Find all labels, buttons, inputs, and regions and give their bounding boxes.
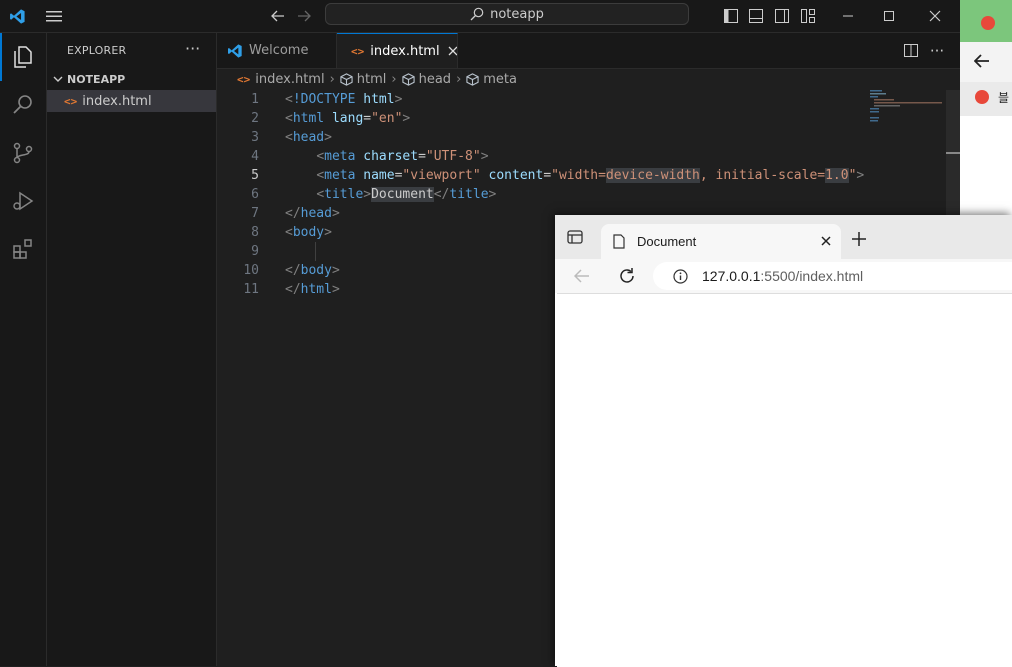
line-number: 8: [251, 225, 259, 240]
symbol-element-icon: [340, 72, 353, 86]
chevron-down-icon: [53, 76, 63, 82]
line-number: 9: [251, 244, 259, 259]
line-number: 4: [251, 149, 259, 164]
line-number: 10: [243, 263, 259, 278]
breadcrumb-html[interactable]: html: [357, 72, 387, 87]
command-center-label: noteapp: [490, 6, 544, 22]
code-line: <head>: [285, 130, 332, 145]
forward-arrow-icon[interactable]: [292, 0, 316, 32]
close-tab-icon[interactable]: [448, 46, 457, 56]
chevron-right-icon: ›: [456, 71, 462, 87]
new-tab-icon[interactable]: [851, 231, 867, 251]
search-icon[interactable]: [0, 81, 46, 129]
breadcrumb-meta[interactable]: meta: [483, 72, 517, 87]
editor-tab-bar: Welcome <> index.html ···: [217, 33, 960, 69]
extensions-icon[interactable]: [0, 225, 46, 273]
maximize-icon[interactable]: [870, 0, 908, 32]
breadcrumb-head[interactable]: head: [419, 72, 451, 87]
folder-noteapp[interactable]: NOTEAPP: [47, 68, 216, 90]
search-icon: [470, 7, 484, 21]
minimap[interactable]: [862, 90, 960, 215]
tab-actions-icon[interactable]: [567, 229, 583, 249]
symbol-element-icon: [401, 72, 415, 86]
refresh-icon[interactable]: [618, 267, 636, 285]
background-window: 블: [960, 0, 1012, 215]
line-number: 11: [243, 282, 259, 297]
html-file-icon: <>: [237, 72, 251, 86]
tab-index-html[interactable]: <> index.html: [337, 33, 458, 68]
background-window-toolbar: [960, 42, 1012, 82]
vscode-logo-icon: [4, 0, 30, 32]
file-name: index.html: [82, 93, 152, 109]
toggle-sidebar-icon[interactable]: [720, 0, 742, 32]
title-bar: noteapp: [0, 0, 960, 33]
symbol-element-icon: [466, 72, 479, 86]
close-window-icon[interactable]: [916, 0, 954, 32]
code-line: </body>: [285, 263, 340, 278]
code-line: <body>: [285, 225, 332, 240]
breadcrumb: <> index.html › html › head › meta: [217, 68, 960, 90]
more-actions-icon[interactable]: ···: [927, 33, 947, 68]
bookmark-label: 블: [998, 91, 1010, 105]
source-control-icon[interactable]: [0, 129, 46, 177]
back-arrow-icon[interactable]: [574, 269, 590, 283]
customize-layout-icon[interactable]: [797, 0, 819, 32]
chevron-right-icon: ›: [329, 71, 335, 87]
code-line: </head>: [285, 206, 340, 221]
browser-tab-title: Document: [637, 234, 697, 249]
line-number: 3: [251, 130, 259, 145]
bookmark-icon: [975, 90, 989, 104]
breadcrumb-file[interactable]: index.html: [255, 72, 324, 87]
browser-tab-document[interactable]: Document: [601, 224, 841, 259]
background-window-header: [960, 0, 1012, 42]
html-file-icon: <>: [64, 94, 78, 108]
app-icon: [981, 16, 995, 30]
tab-label: index.html: [370, 43, 440, 59]
vscode-logo-icon: [228, 43, 242, 58]
menu-icon[interactable]: [40, 0, 68, 32]
url-host: 127.0.0.1: [702, 268, 761, 284]
line-number: 1: [251, 92, 259, 107]
url-path: :5500/index.html: [760, 268, 864, 284]
tab-label: Welcome: [249, 43, 309, 58]
run-debug-icon[interactable]: [0, 177, 46, 225]
indent-guide: [315, 242, 316, 261]
browser-page-content[interactable]: [557, 293, 1012, 667]
tab-welcome[interactable]: Welcome: [217, 33, 337, 68]
command-center-search[interactable]: noteapp: [325, 3, 689, 25]
line-number: 5: [251, 168, 259, 183]
folder-name: NOTEAPP: [67, 72, 126, 86]
browser-window: Document 127.0.0.1:5500/index.html: [555, 215, 1012, 667]
code-line: <meta charset="UTF-8">: [316, 149, 489, 164]
info-icon[interactable]: [673, 268, 688, 284]
activity-bar: [0, 33, 47, 666]
browser-tab-strip: Document: [555, 215, 1012, 259]
toggle-panel-icon[interactable]: [745, 0, 767, 32]
file-item-index-html[interactable]: <> index.html: [47, 90, 216, 112]
more-actions-icon[interactable]: ···: [185, 39, 200, 58]
toggle-secondary-sidebar-icon[interactable]: [771, 0, 793, 32]
line-number: 2: [251, 111, 259, 126]
line-number: 7: [251, 206, 259, 221]
page-icon: [613, 234, 625, 249]
code-line: <!DOCTYPE html>: [285, 92, 403, 107]
code-line: </html>: [285, 282, 340, 297]
html-file-icon: <>: [351, 44, 365, 58]
code-line: <title>Document</title>: [316, 187, 497, 202]
background-window-bookmark-bar: 블: [960, 82, 1012, 116]
split-editor-icon[interactable]: [901, 33, 921, 68]
code-line: <meta name="viewport" content="width=dev…: [316, 168, 865, 183]
close-tab-icon[interactable]: [821, 236, 831, 246]
chevron-right-icon: ›: [391, 71, 397, 87]
line-number: 6: [251, 187, 259, 202]
minimize-icon[interactable]: [830, 0, 866, 32]
browser-toolbar: 127.0.0.1:5500/index.html: [555, 259, 1012, 293]
address-bar[interactable]: 127.0.0.1:5500/index.html: [653, 262, 1012, 290]
explorer-sidebar: EXPLORER ··· NOTEAPP <> index.html: [47, 33, 217, 666]
code-line: <html lang="en">: [285, 111, 411, 126]
explorer-files-icon[interactable]: [0, 33, 46, 81]
back-arrow-icon[interactable]: [974, 54, 990, 68]
explorer-title: EXPLORER: [67, 44, 127, 57]
back-arrow-icon[interactable]: [266, 0, 290, 32]
